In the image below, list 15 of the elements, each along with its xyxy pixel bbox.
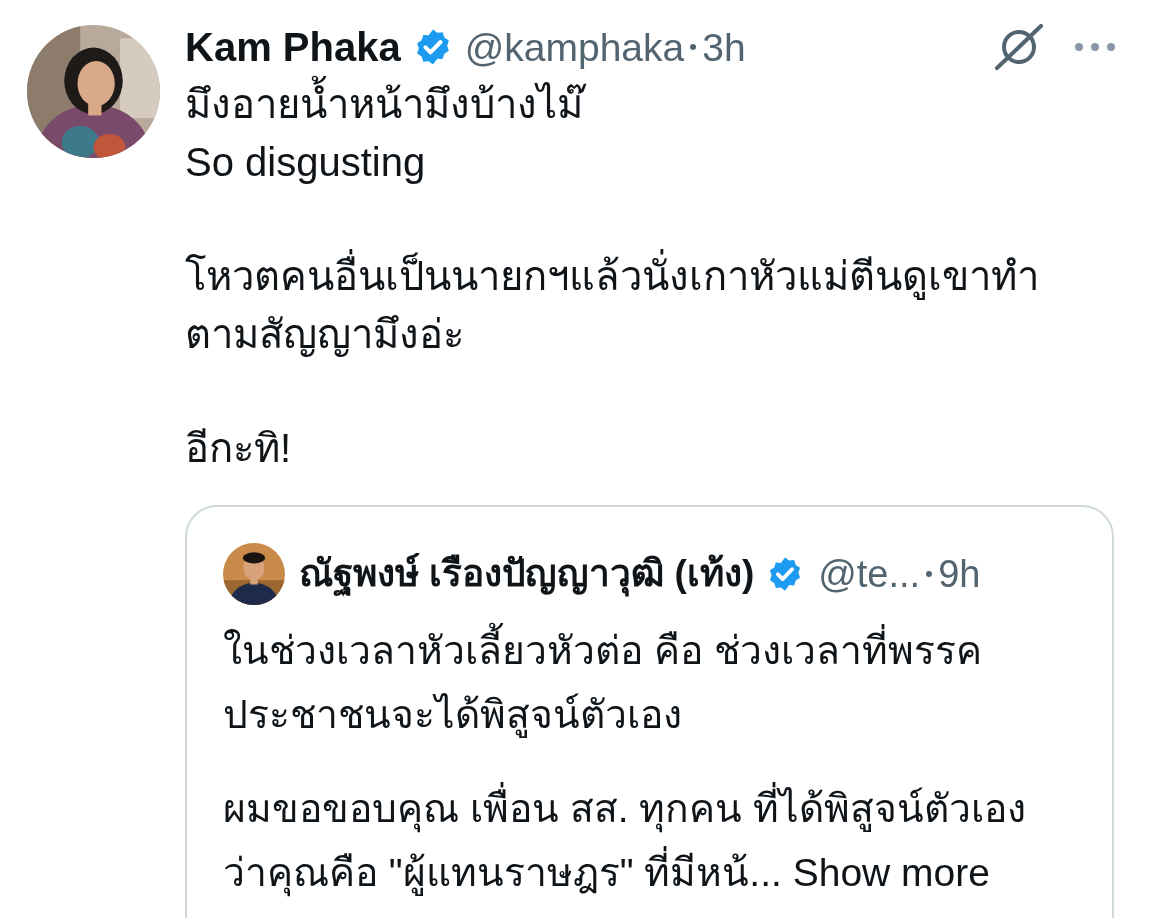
tweet-text: โหวตคนอื่นเป็นนายกฯแล้วนั่งเกาหัวแม่ตีนดูเขาทำตามสัญญามึงอ่ะ xyxy=(185,247,1102,363)
slashed-circle-icon[interactable] xyxy=(994,24,1044,70)
tweet-text: อีกะทิ! xyxy=(185,425,293,472)
post-time[interactable]: 3h xyxy=(702,27,746,67)
author-name[interactable]: ณัฐพงษ์ เรืองปัญญาวุฒิ (เท้ง) xyxy=(299,541,755,607)
show-more-link[interactable]: Show more xyxy=(792,851,990,894)
post-time[interactable]: 9h xyxy=(938,555,981,593)
more-icon[interactable] xyxy=(1074,42,1116,52)
quoted-post-card[interactable] xyxy=(185,505,1114,918)
quoted-text: ในช่วงเวลาหัวเลี้ยวหัวต่อ คือ ช่วงเวลาที่พรรคประชาชนจะได้พิสูจน์ตัวเอง xyxy=(223,619,1032,747)
author-handle[interactable]: @te... xyxy=(818,555,921,593)
author-handle[interactable]: @kamphaka xyxy=(464,27,685,67)
tweet-text: มึงอายน้ำหน้ามึงบ้างไม๊ So disgusting xyxy=(185,75,1102,191)
author-name[interactable]: Kam Phaka xyxy=(185,27,401,67)
quoted-text: ผมขอขอบคุณ เพื่อน สส. ทุกคน ที่ได้พิสูจน์ตัวเองว่าคุณคือ "ผู้แทนราษฎร" ที่มีหน้... Show more xyxy=(223,777,1032,905)
